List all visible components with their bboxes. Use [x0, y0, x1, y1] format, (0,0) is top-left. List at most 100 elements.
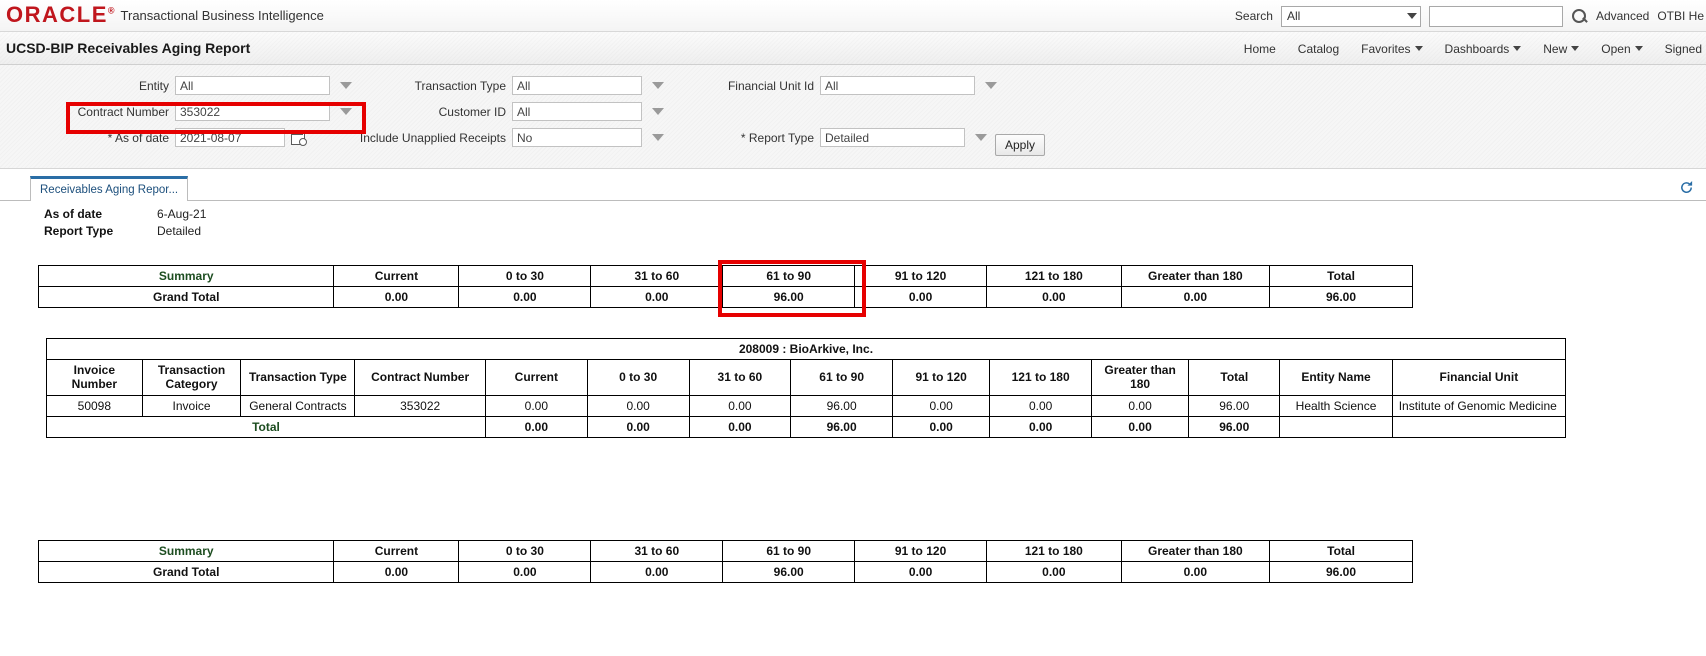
column-header-total: Total: [1188, 359, 1281, 396]
include-unapplied-receipts-label: Include Unapplied Receipts: [359, 130, 506, 145]
chevron-down-icon[interactable]: [340, 82, 352, 89]
report-type-label: * Report Type: [740, 130, 814, 145]
column-header-91-to-120: 91 to 120: [892, 359, 991, 396]
column-header-invoice-number: Invoice Number: [46, 359, 143, 396]
meta-as-of-date-label: As of date: [44, 207, 103, 221]
column-header-total: Total: [1269, 265, 1413, 287]
column-header-31-to-60: 31 to 60: [590, 540, 724, 562]
detail-group-title: 208009 : BioArkive, Inc.: [46, 338, 1566, 360]
cell-total: 96.00: [1188, 394, 1281, 417]
detail-total-entity-name-blank: [1279, 415, 1393, 438]
grand-total-cell: 0.00: [1120, 286, 1271, 308]
grand-total-label: Grand Total: [37, 561, 335, 583]
include-unapplied-receipts-input[interactable]: No: [512, 128, 642, 147]
meta-report-type-value: Detailed: [157, 224, 202, 238]
column-header-61-to-90: 61 to 90: [722, 540, 856, 562]
cell-current: 0.00: [484, 394, 588, 417]
detail-group-title-row: 208009 : BioArkive, Inc.: [46, 338, 1566, 360]
table-row: Grand Total 0.00 0.00 0.00 96.00 0.00 0.00 0.00…: [37, 286, 1413, 308]
column-header-transaction-category: Transaction Category: [141, 359, 242, 396]
grand-total-cell: 0.00: [458, 286, 592, 308]
account-link[interactable]: OTBI He: [1657, 9, 1704, 23]
column-header-91-to-120: 91 to 120: [854, 265, 988, 287]
contract-number-label: Contract Number: [77, 104, 169, 119]
detail-total-cell: 0.00: [1090, 415, 1190, 438]
detail-total-cell: 96.00: [1188, 415, 1281, 438]
chevron-down-icon[interactable]: [652, 82, 664, 89]
cell-transaction-type: General Contracts: [240, 394, 356, 417]
chevron-down-icon[interactable]: [985, 82, 997, 89]
column-header-summary: Summary: [37, 265, 335, 287]
nav-item-catalog[interactable]: Catalog: [1298, 42, 1339, 56]
grand-total-label: Grand Total: [37, 286, 335, 308]
chevron-down-icon: [1513, 46, 1522, 51]
cell-financial-unit: Institute of Genomic Medicine: [1391, 394, 1567, 417]
nav-item-new[interactable]: New: [1543, 42, 1580, 56]
column-header-0-to-30: 0 to 30: [458, 540, 592, 562]
column-header-contract-number: Contract Number: [354, 359, 486, 396]
cell-contract-number: 353022: [354, 394, 486, 417]
detail-total-cell: 0.00: [688, 415, 792, 438]
calendar-icon[interactable]: [291, 130, 307, 146]
contract-number-input[interactable]: 353022: [175, 102, 330, 121]
column-header-91-to-120: 91 to 120: [854, 540, 988, 562]
chevron-down-icon: [1634, 46, 1643, 51]
cell-transaction-category: Invoice: [141, 394, 242, 417]
detail-table: 208009 : BioArkive, Inc. Invoice Number T…: [46, 338, 1567, 438]
grand-total-cell: 96.00: [1269, 286, 1413, 308]
column-header-31-to-60: 31 to 60: [688, 359, 792, 396]
advanced-link[interactable]: Advanced: [1596, 9, 1649, 23]
nav-item-dashboards[interactable]: Dashboards: [1445, 42, 1522, 56]
include-unapplied-receipts-field: Include Unapplied Receipts No: [355, 128, 664, 147]
chevron-down-icon: [1571, 46, 1580, 51]
cell-greater-than-180: 0.00: [1090, 394, 1190, 417]
transaction-type-field: Transaction Type All: [355, 76, 664, 95]
cell-61-to-90: 96.00: [790, 394, 894, 417]
report-type-field: * Report Type Detailed: [700, 128, 987, 147]
search-scope-select[interactable]: All: [1280, 5, 1421, 27]
report-tab-strip: Receivables Aging Repor...: [0, 176, 1706, 201]
detail-total-row: Total 0.00 0.00 0.00 96.00 0.00 0.00 0.00 96.00: [46, 415, 1567, 438]
table-row: 50098 Invoice General Contracts 353022 0.00 0…: [46, 394, 1567, 417]
grand-total-cell: 0.00: [854, 286, 988, 308]
cell-entity-name: Health Science: [1279, 394, 1393, 417]
detail-total-cell: 0.00: [484, 415, 588, 438]
financial-unit-id-input[interactable]: All: [820, 76, 975, 95]
entity-input[interactable]: All: [175, 76, 330, 95]
chevron-down-icon[interactable]: [340, 108, 352, 115]
as-of-date-input[interactable]: 2021-08-07: [175, 128, 285, 147]
meta-as-of-date-value: 6-Aug-21: [157, 207, 207, 221]
column-header-current: Current: [333, 540, 460, 562]
nav-item-favorites[interactable]: Favorites: [1361, 42, 1423, 56]
chevron-down-icon[interactable]: [652, 134, 664, 141]
tab-receivables-aging-report[interactable]: Receivables Aging Repor...: [30, 176, 189, 201]
report-title-bar: UCSD-BIP Receivables Aging Report Home C…: [0, 32, 1706, 65]
global-header: ORACLE® Transactional Business Intellige…: [0, 0, 1706, 32]
transaction-type-input[interactable]: All: [512, 76, 642, 95]
grand-total-cell: 0.00: [854, 561, 988, 583]
nav-item-home[interactable]: Home: [1244, 42, 1276, 56]
table-header-row: Summary Current 0 to 30 31 to 60 61 to 90 91 …: [37, 265, 1413, 287]
customer-id-label: Customer ID: [438, 104, 506, 119]
prompt-filter-panel: Entity All Contract Number 353022 * As o…: [0, 65, 1706, 169]
chevron-down-icon[interactable]: [652, 108, 664, 115]
column-header-121-to-180: 121 to 180: [986, 265, 1122, 287]
grand-total-cell: 0.00: [986, 286, 1122, 308]
as-of-date-field: * As of date 2021-08-07: [70, 128, 307, 147]
column-header-0-to-30: 0 to 30: [586, 359, 690, 396]
search-icon[interactable]: [1571, 8, 1588, 25]
nav-item-open[interactable]: Open: [1601, 42, 1643, 56]
cell-121-to-180: 0.00: [989, 394, 1092, 417]
chevron-down-icon[interactable]: [975, 134, 987, 141]
column-header-greater-than-180: Greater than 180: [1120, 265, 1271, 287]
customer-id-input[interactable]: All: [512, 102, 642, 121]
table-header-row: Invoice Number Transaction Category Transa…: [46, 359, 1567, 396]
chevron-down-icon: [1406, 13, 1417, 19]
search-label: Search: [1234, 9, 1273, 23]
refresh-icon[interactable]: [1679, 180, 1694, 195]
nav-item-signed-in[interactable]: Signed: [1665, 42, 1702, 56]
global-nav-menu: Home Catalog Favorites Dashboards New Op…: [1244, 32, 1706, 65]
report-type-input[interactable]: Detailed: [820, 128, 965, 147]
search-input[interactable]: [1428, 5, 1563, 27]
apply-button[interactable]: Apply: [995, 134, 1046, 156]
